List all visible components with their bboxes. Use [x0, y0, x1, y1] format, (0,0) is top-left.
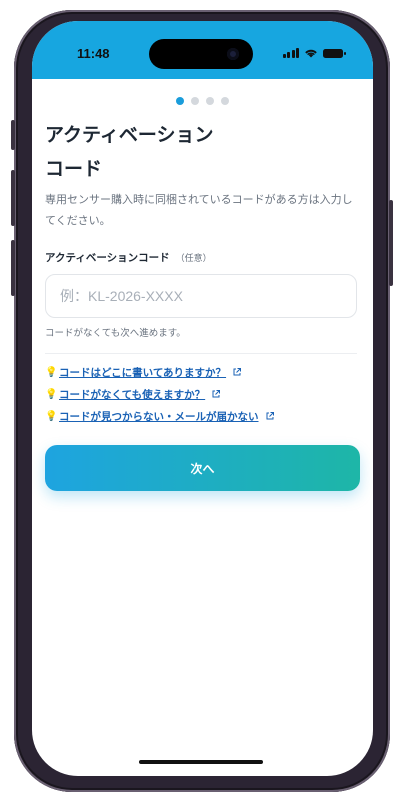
phone-screen: 11:48 アクティベーション コード 専用センサー購入時に同梱されているコード…	[32, 21, 373, 776]
help-link-row[interactable]: 💡 コードがなくても使えますか？	[45, 383, 275, 405]
help-link-code-not-found[interactable]: コードが見つからない・メールが届かない	[59, 409, 259, 424]
page-subtitle: 専用センサー購入時に同梱されているコードがある方は入力してください。	[45, 193, 353, 227]
field-label-text: アクティベーションコード	[45, 252, 170, 264]
status-icons	[282, 48, 346, 58]
status-bar: 11:48	[32, 21, 373, 79]
progress-dot	[206, 97, 214, 105]
activation-code-label: アクティベーションコード （任意）	[45, 250, 212, 265]
external-link-icon	[266, 412, 274, 420]
page-title: アクティベーション コード	[45, 118, 345, 186]
external-link-icon	[212, 390, 221, 398]
wifi-icon	[305, 49, 317, 58]
lightbulb-icon: 💡	[45, 410, 58, 422]
next-button[interactable]: 次へ	[45, 445, 360, 491]
divider	[45, 353, 357, 354]
help-links: 💡 コードはどこに書いてありますか？ 💡 コードがなくても使えますか？ 💡 コー…	[45, 361, 275, 427]
help-link-without-code[interactable]: コードがなくても使えますか？	[59, 387, 205, 402]
optional-badge: （任意）	[175, 254, 212, 264]
dynamic-island	[149, 39, 253, 69]
help-link-where-code[interactable]: コードはどこに書いてありますか？	[59, 365, 226, 380]
power-button	[389, 200, 393, 286]
progress-dots	[32, 97, 373, 105]
activation-code-input[interactable]	[45, 274, 357, 318]
action-button	[11, 120, 15, 150]
page-title-line1: アクティベーション	[45, 124, 214, 146]
page-title-line2: コード	[45, 158, 103, 180]
external-link-icon	[233, 368, 242, 376]
volume-down-button	[11, 240, 15, 296]
progress-dot	[191, 97, 199, 105]
camera-icon	[227, 48, 239, 60]
lightbulb-icon: 💡	[45, 366, 58, 378]
progress-dot	[221, 97, 229, 105]
skip-hint: コードがなくても次へ進めます。	[45, 328, 186, 339]
battery-icon	[323, 48, 346, 58]
help-link-row[interactable]: 💡 コードが見つからない・メールが届かない	[45, 405, 275, 427]
home-indicator[interactable]	[139, 760, 263, 764]
cellular-signal-icon	[282, 48, 299, 58]
lightbulb-icon: 💡	[45, 388, 58, 400]
progress-dot-active	[176, 97, 184, 105]
help-link-row[interactable]: 💡 コードはどこに書いてありますか？	[45, 361, 275, 383]
status-time: 11:48	[77, 46, 110, 61]
volume-up-button	[11, 170, 15, 226]
